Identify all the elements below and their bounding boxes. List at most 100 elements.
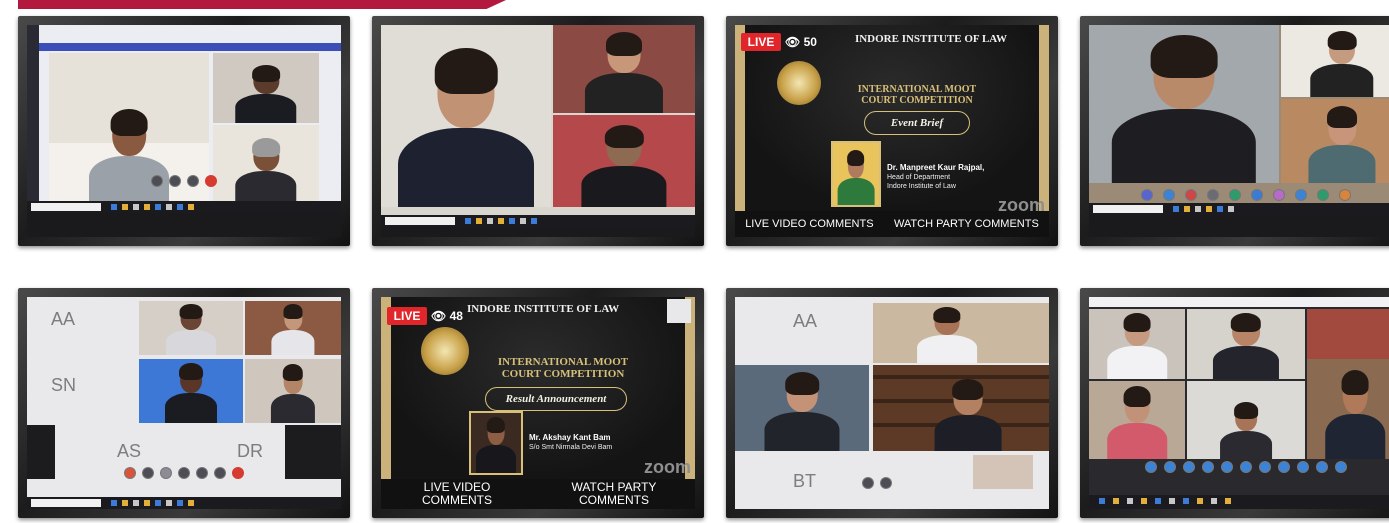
share-icon[interactable] [1183,461,1195,473]
avatar[interactable] [1141,189,1153,201]
avatar[interactable] [1251,189,1263,201]
speaker-photo [831,141,881,207]
participant-tile [1187,309,1305,379]
taskbar-5 [27,497,341,509]
participant-tile-bookshelf [873,365,1049,451]
participant-tile-2 [213,53,319,123]
monitor-frame-7: AA BT [726,288,1058,518]
red-accent-banner [18,0,506,9]
more-icon[interactable] [1297,461,1309,473]
watch-party-comments-tab[interactable]: WATCH PARTY COMMENTS [894,218,1039,230]
chat-icon[interactable] [178,467,190,479]
competition-line-1: INTERNATIONAL MOOT [857,84,977,95]
speaker-name: Mr. Akshay Kant Bam [529,433,611,442]
camera-icon[interactable] [151,175,163,187]
monitor-bezel-4 [1089,215,1389,237]
event-poster: INDORE INSTITUTE OF LAW INTERNATIONAL MO… [381,297,695,479]
participant-tile [245,359,341,423]
camera-icon[interactable] [1164,461,1176,473]
people-icon[interactable] [196,467,208,479]
institute-title: INDORE INSTITUTE OF LAW [854,33,1008,45]
participant-tile [1089,309,1185,379]
comment-tabs: LIVE VIDEO COMMENTS WATCH PARTY COMMENTS [381,479,695,509]
competition-line-2: COURT COMPETITION [501,368,625,380]
monitor-frame-8 [1080,288,1389,518]
mic-icon[interactable] [169,175,181,187]
taskbar-2 [381,215,695,227]
share-icon[interactable] [187,175,199,187]
monitor-frame-3: INDORE INSTITUTE OF LAW INTERNATIONAL MO… [726,16,1058,246]
participant-initials: SN [51,375,77,395]
watch-party-comments-tab[interactable]: WATCH PARTY COMMENTS [559,481,669,507]
taskbar-search[interactable] [1093,205,1163,213]
camera-icon[interactable] [142,467,154,479]
poster-edge-right [1039,25,1049,211]
chat-icon[interactable] [1202,461,1214,473]
people-icon[interactable] [1221,461,1233,473]
reactions-icon[interactable] [1240,461,1252,473]
viewer-count: 👁 48 [431,307,463,325]
more-icon[interactable] [214,467,226,479]
end-call-icon[interactable] [232,467,244,479]
taskbar-search[interactable] [385,217,455,225]
live-badge: LIVE [387,307,427,325]
avatar[interactable] [1339,189,1351,201]
monitor-frame-6: INDORE INSTITUTE OF LAW INTERNATIONAL MO… [372,288,704,518]
screen-4 [1089,25,1389,237]
mic-icon[interactable] [862,477,874,489]
participant-tile [1187,381,1305,459]
record-icon[interactable] [1259,461,1271,473]
participant-tile-1 [381,25,551,207]
avatar[interactable] [1317,189,1329,201]
avatar[interactable] [1295,189,1307,201]
speaker-role-1: S/o Smt Nirmala Devi Bam [529,444,613,452]
taskbar-icons [1173,206,1234,212]
participant-initials: AA [793,311,818,331]
camera-icon[interactable] [880,477,892,489]
speaker-photo [469,411,523,475]
participant-tile-3 [213,125,319,203]
live-video-comments-tab[interactable]: LIVE VIDEO COMMENTS [745,218,873,230]
zoom-watermark: zoom [644,457,691,477]
notification-bar [1089,297,1389,307]
call-controls-7 [735,477,1049,489]
institute-title: INDORE INSTITUTE OF LAW [467,303,620,315]
comment-tabs: LIVE VIDEO COMMENTS WATCH PARTY COMMENTS [735,211,1049,237]
participant-tile [1089,381,1185,459]
speaker-name: Dr. Manpreet Kaur Rajpal, [887,163,985,172]
participant-avatars-row [1089,189,1389,201]
leave-icon[interactable] [1335,461,1347,473]
participant-tile [139,301,243,355]
notification-bar [39,43,341,51]
end-call-icon[interactable] [205,175,217,187]
monitor-bezel-1 [27,213,341,237]
call-controls-1 [27,175,341,187]
live-badge: LIVE [741,33,781,51]
call-controls-5 [27,467,341,479]
taskbar-search[interactable] [31,203,101,211]
app-sidebar [27,25,39,225]
avatar[interactable] [1229,189,1241,201]
meeting-controls-8 [1089,461,1389,473]
settings-icon[interactable] [1316,461,1328,473]
speaker-caption: Dr. Manpreet Kaur Rajpal, Head of Depart… [887,163,984,192]
participant-tile-2 [553,25,695,113]
avatar[interactable] [1163,189,1175,201]
monitor-frame-2 [372,16,704,246]
participant-initials: AS [117,441,142,461]
live-video-comments-tab[interactable]: LIVE VIDEO COMMENTS [407,481,507,507]
mic-icon[interactable] [124,467,136,479]
share-icon[interactable] [160,467,172,479]
poster-edge-left [735,25,745,211]
avatar[interactable] [1273,189,1285,201]
speaker-role-2: Indore Institute of Law [887,183,956,191]
screen-1 [27,25,341,237]
taskbar-search[interactable] [31,499,101,507]
screen-6: INDORE INSTITUTE OF LAW INTERNATIONAL MO… [381,297,695,509]
viewer-count-value: 48 [449,309,463,323]
mic-icon[interactable] [1145,461,1157,473]
avatar[interactable] [1185,189,1197,201]
apps-icon[interactable] [1278,461,1290,473]
monitor-frame-5: AA SN AS DR [18,288,350,518]
avatar[interactable] [1207,189,1219,201]
